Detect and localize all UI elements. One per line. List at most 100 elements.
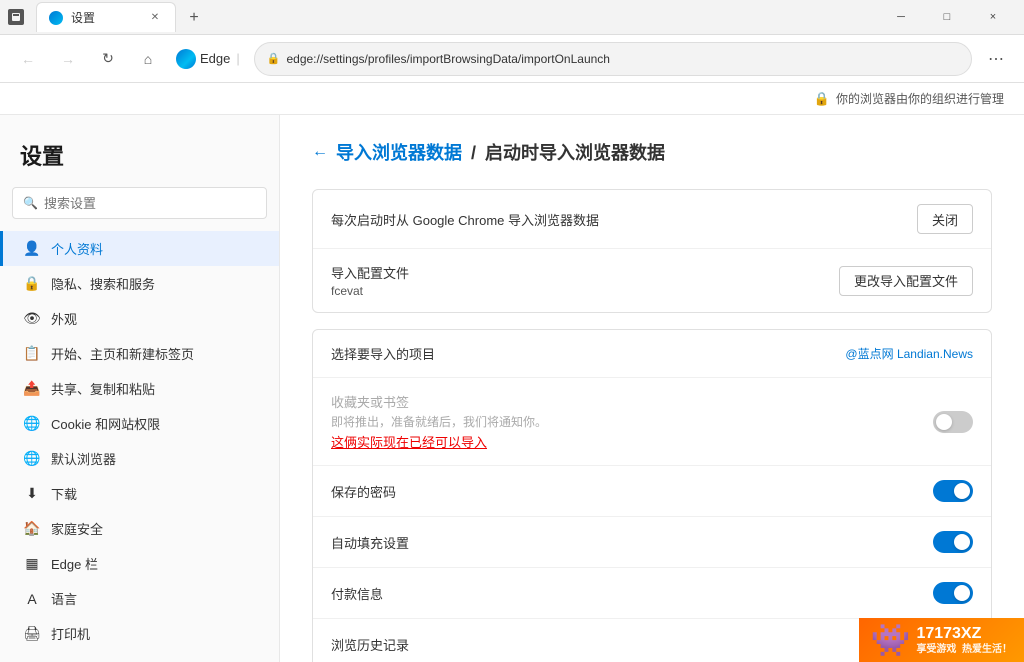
maximize-button[interactable]: □ <box>924 0 970 35</box>
sidebar-item-share[interactable]: 📤 共享、复制和粘贴 <box>0 371 279 406</box>
profile-value: fcevat <box>331 284 409 298</box>
managed-banner: 🔒 你的浏览器由你的组织进行管理 <box>0 83 1024 115</box>
sidebar-item-languages[interactable]: A 语言 <box>0 581 279 616</box>
autofill-toggle-slider <box>933 531 973 553</box>
profile-row: 导入配置文件 fcevat 更改导入配置文件 <box>313 249 991 312</box>
forward-button[interactable]: → <box>52 43 84 75</box>
watermark-label: @蓝点网 Landian.News <box>845 345 973 362</box>
lock-icon: 🔒 <box>267 52 281 65</box>
watermark-slogan: 享受游戏 热爱生活！ <box>916 643 1012 656</box>
import-item-bookmarks: 收藏夹或书签 即将推出，准备就绪后，我们将通知你。 这俩实际现在已经可以导入 <box>313 378 991 466</box>
cookies-icon: 🌐 <box>23 415 41 433</box>
family-icon: 🏠 <box>23 520 41 538</box>
sidebar-item-label: 共享、复制和粘贴 <box>51 379 155 398</box>
tab-close-button[interactable]: ✕ <box>147 10 163 26</box>
sidebar-item-label: 外观 <box>51 309 77 328</box>
sidebar-item-label: Edge 栏 <box>51 554 98 573</box>
sidebar-item-appearance[interactable]: 👁 外观 <box>0 301 279 336</box>
sidebar-item-label: 家庭安全 <box>51 519 103 538</box>
window-icon <box>8 9 24 25</box>
sidebar-item-label: 开始、主页和新建标签页 <box>51 344 194 363</box>
tab-icon <box>49 11 63 25</box>
edge-bar-icon: ▦ <box>23 555 41 573</box>
import-item-bookmarks-info: 收藏夹或书签 即将推出，准备就绪后，我们将通知你。 这俩实际现在已经可以导入 <box>331 392 933 451</box>
settings-icon[interactable]: ⋯ <box>980 43 1012 75</box>
managed-text: 你的浏览器由你的组织进行管理 <box>836 90 1004 107</box>
new-tab-button[interactable]: + <box>180 4 208 32</box>
breadcrumb-separator: / <box>471 143 476 163</box>
startup-icon: 📋 <box>23 345 41 363</box>
back-button[interactable]: ← <box>12 43 44 75</box>
sidebar-item-startup[interactable]: 📋 开始、主页和新建标签页 <box>0 336 279 371</box>
appearance-icon: 👁 <box>23 310 41 328</box>
bookmarks-sub: 即将推出，准备就绪后，我们将通知你。 <box>331 413 933 430</box>
home-button[interactable]: ⌂ <box>132 43 164 75</box>
sidebar-item-label: 语言 <box>51 589 77 608</box>
sidebar-item-printer[interactable]: 🖨 打印机 <box>0 616 279 651</box>
change-profile-button[interactable]: 更改导入配置文件 <box>839 266 973 296</box>
import-section: 选择要导入的项目 @蓝点网 Landian.News 收藏夹或书签 即将推出，准… <box>312 329 992 662</box>
profile-info: 导入配置文件 fcevat <box>331 263 409 298</box>
sidebar-item-label: Cookie 和网站权限 <box>51 414 160 433</box>
payments-toggle-slider <box>933 582 973 604</box>
autofill-toggle[interactable] <box>933 531 973 553</box>
navbar: ← → ↻ ⌂ Edge | 🔒 edge://settings/profile… <box>0 35 1024 83</box>
minimize-button[interactable]: ─ <box>878 0 924 35</box>
main-content: ← 导入浏览器数据 / 启动时导入浏览器数据 每次启动时从 Google Chr… <box>280 115 1024 662</box>
sidebar-item-profile[interactable]: 👤 个人资料 <box>0 231 279 266</box>
languages-icon: A <box>23 590 41 608</box>
import-item-autofill-info: 自动填充设置 <box>331 533 933 552</box>
passwords-toggle-slider <box>933 480 973 502</box>
tab-label: 设置 <box>71 9 95 26</box>
bookmarks-toggle-slider <box>933 411 973 433</box>
sidebar-item-edge-bar[interactable]: ▦ Edge 栏 <box>0 546 279 581</box>
back-arrow-button[interactable]: ← <box>312 143 328 161</box>
import-item-passwords: 保存的密码 <box>313 466 991 517</box>
privacy-icon: 🔒 <box>23 275 41 293</box>
import-section-title: 选择要导入的项目 <box>331 344 435 363</box>
footer-watermark: 👾 17173XZ 享受游戏 热爱生活！ <box>859 618 1024 662</box>
import-item-payments-info: 付款信息 <box>331 584 933 603</box>
sidebar-item-label: 个人资料 <box>51 239 103 258</box>
nav-divider: | <box>236 51 239 66</box>
sidebar-item-family[interactable]: 🏠 家庭安全 <box>0 511 279 546</box>
sidebar-item-downloads[interactable]: ⬇ 下载 <box>0 476 279 511</box>
sidebar-item-system[interactable]: 💻 系统和性能 <box>0 651 279 662</box>
payments-toggle[interactable] <box>933 582 973 604</box>
printer-icon: 🖨 <box>23 625 41 643</box>
search-input[interactable] <box>44 196 256 211</box>
edge-label: Edge <box>200 51 230 66</box>
watermark-logo: 17173XZ <box>916 625 981 643</box>
address-bar[interactable]: 🔒 edge://settings/profiles/importBrowsin… <box>254 42 972 76</box>
default-browser-icon: 🌐 <box>23 450 41 468</box>
sidebar-item-label: 默认浏览器 <box>51 449 116 468</box>
import-item-history-info: 浏览历史记录 <box>331 635 933 654</box>
active-tab[interactable]: 设置 ✕ <box>36 2 176 32</box>
sidebar-item-default-browser[interactable]: 🌐 默认浏览器 <box>0 441 279 476</box>
close-button[interactable]: × <box>970 0 1016 35</box>
profile-icon: 👤 <box>23 240 41 258</box>
tab-area: 设置 ✕ + <box>28 2 208 32</box>
passwords-label: 保存的密码 <box>331 482 933 501</box>
sidebar-item-cookies[interactable]: 🌐 Cookie 和网站权限 <box>0 406 279 441</box>
breadcrumb-current: 启动时导入浏览器数据 <box>485 143 665 163</box>
refresh-button[interactable]: ↻ <box>92 43 124 75</box>
import-on-launch-button[interactable]: 关闭 <box>917 204 973 234</box>
import-item-autofill: 自动填充设置 <box>313 517 991 568</box>
import-item-passwords-info: 保存的密码 <box>331 482 933 501</box>
app-layout: 设置 🔍 👤 个人资料 🔒 隐私、搜索和服务 👁 外观 📋 开始、主页和新建标签… <box>0 115 1024 662</box>
search-box[interactable]: 🔍 <box>12 187 267 219</box>
autofill-label: 自动填充设置 <box>331 533 933 552</box>
address-text: edge://settings/profiles/importBrowsingD… <box>286 52 959 66</box>
breadcrumb: 导入浏览器数据 / 启动时导入浏览器数据 <box>336 139 665 165</box>
edge-logo <box>176 49 196 69</box>
share-icon: 📤 <box>23 380 41 398</box>
sidebar-item-privacy[interactable]: 🔒 隐私、搜索和服务 <box>0 266 279 301</box>
import-on-launch-row: 每次启动时从 Google Chrome 导入浏览器数据 关闭 <box>313 190 991 249</box>
profile-section-label: 导入配置文件 <box>331 263 409 282</box>
bookmarks-annotation: 这俩实际现在已经可以导入 <box>331 432 933 451</box>
passwords-toggle[interactable] <box>933 480 973 502</box>
bookmarks-toggle[interactable] <box>933 411 973 433</box>
breadcrumb-link[interactable]: 导入浏览器数据 <box>336 143 462 163</box>
sidebar-item-label: 下载 <box>51 484 77 503</box>
